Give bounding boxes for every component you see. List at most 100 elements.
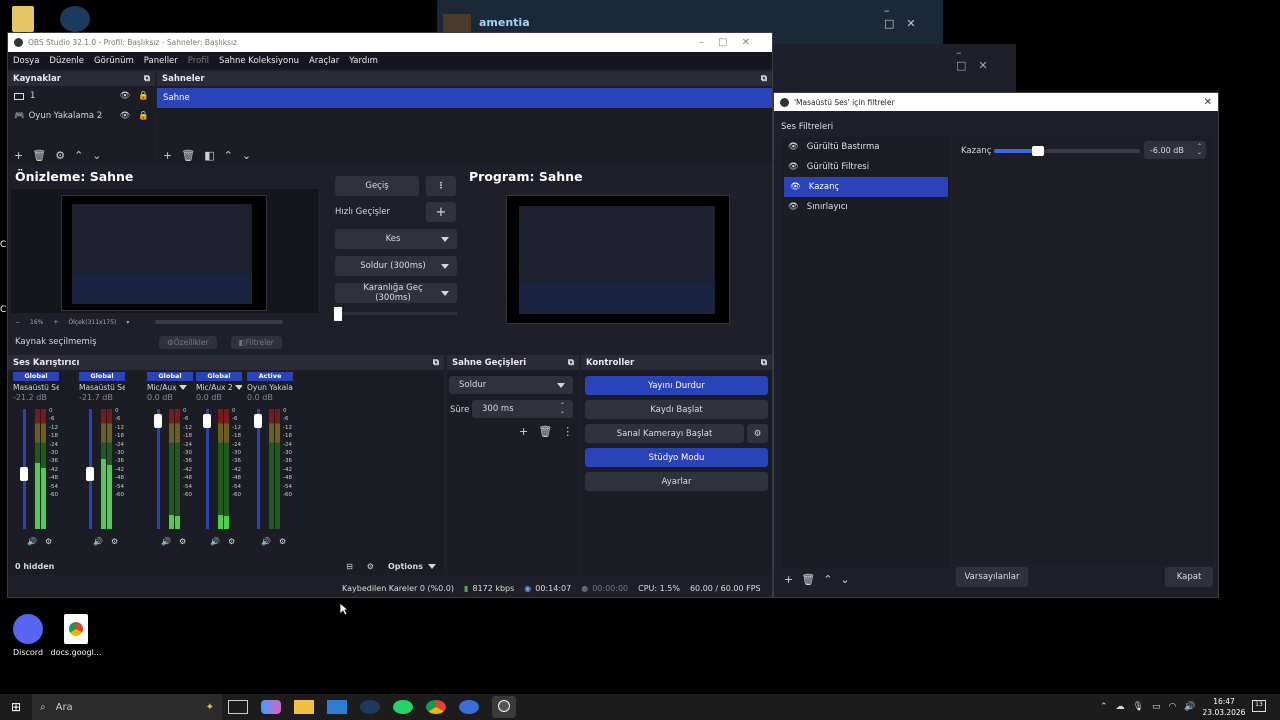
layout-icon[interactable]: ⊟ [346, 562, 353, 571]
close-button[interactable]: Kapat [1165, 567, 1213, 587]
obs-taskbar-icon[interactable] [492, 696, 516, 718]
quick-transition-fade[interactable]: Soldur (300ms) [335, 256, 457, 276]
volume-fader-handle[interactable] [86, 467, 94, 482]
obs-titlebar[interactable]: OBS Studio 32.1.0 - Profil: Başlıksız - … [8, 33, 772, 52]
virtual-camera-button[interactable]: Sanal Kamerayı Başlat [585, 424, 744, 443]
lock-icon[interactable]: 🔒 [138, 111, 149, 121]
mixer-channel-name[interactable]: Oyun Yakalama 2 [247, 381, 293, 393]
start-recording-button[interactable]: Kaydı Başlat [585, 400, 768, 419]
steam-taskbar-icon[interactable] [360, 700, 380, 714]
mixer-channel-name[interactable]: Mic/Aux 2 [196, 381, 242, 393]
zoom-in-icon[interactable]: + [53, 319, 58, 326]
settings-button[interactable]: Ayarlar [585, 472, 768, 491]
chevron-up-icon[interactable]: ⌃ [1100, 702, 1108, 712]
remove-scene-icon[interactable]: 🗑 [181, 149, 195, 162]
filters-dialog[interactable]: 'Masaüstü Ses' için filtreler ✕ Ses Filt… [773, 92, 1219, 598]
move-down-icon[interactable]: ⌄ [242, 149, 251, 162]
move-up-icon[interactable]: ⌃ [74, 149, 83, 162]
channel-settings-icon[interactable]: ⚙ [228, 537, 235, 546]
docs-desktop-icon[interactable]: docs.googl... [48, 614, 104, 657]
source-item[interactable]: 1 👁 🔒 [8, 86, 155, 106]
move-down-icon[interactable]: ⌄ [92, 149, 101, 162]
channel-settings-icon[interactable]: ⚙ [179, 537, 186, 546]
filter-item[interactable]: 👁 Sınırlayıcı [782, 197, 950, 217]
wifi-icon[interactable]: ◠ [1169, 702, 1177, 712]
volume-icon[interactable]: 🔊 [261, 537, 271, 546]
quick-transition-cut[interactable]: Kes [335, 229, 457, 249]
dock-float-icon[interactable]: ⧉ [433, 358, 439, 368]
network-icon[interactable]: ▭ [1152, 702, 1161, 712]
spin-arrows-icon[interactable]: ⌃ ⌄ [560, 403, 565, 415]
mixer-channel-name[interactable]: Mic/Aux [147, 381, 193, 393]
menu-araclar[interactable]: Araçlar [309, 56, 339, 66]
volume-fader-handle[interactable] [20, 467, 28, 482]
volume-icon[interactable]: 🔊 [27, 537, 37, 546]
chrome-icon[interactable] [426, 700, 446, 714]
obs-window-controls[interactable]: –□✕ [699, 37, 764, 48]
stop-stream-button[interactable]: Yayını Durdur [585, 376, 768, 395]
tbar-handle[interactable] [334, 307, 342, 321]
remove-transition-icon[interactable]: 🗑 [538, 425, 552, 438]
menu-yardim[interactable]: Yardım [349, 56, 378, 66]
advanced-audio-icon[interactable]: ⚙ [367, 562, 374, 571]
scale-dropdown-icon[interactable]: ▾ [126, 319, 129, 326]
whatsapp-icon[interactable] [393, 700, 413, 714]
add-filter-icon[interactable]: + [784, 573, 793, 586]
gear-icon[interactable]: ⚙ [55, 149, 65, 162]
menu-paneller[interactable]: Paneller [144, 56, 178, 66]
eye-icon[interactable]: 👁 [120, 91, 131, 101]
duration-spinbox[interactable]: 300 ms ⌃ ⌄ [472, 400, 573, 418]
channel-settings-icon[interactable]: ⚙ [45, 537, 52, 546]
move-up-icon[interactable]: ⌃ [823, 573, 832, 586]
dock-float-icon[interactable]: ⧉ [761, 358, 767, 368]
volume-icon[interactable]: 🔊 [1184, 702, 1195, 712]
mic-icon[interactable]: 🎙 [1133, 702, 1144, 712]
dock-float-icon[interactable]: ⧉ [761, 74, 767, 84]
tbar-slider[interactable] [335, 312, 457, 315]
filters-titlebar[interactable]: 'Masaüstü Ses' için filtreler ✕ [774, 93, 1218, 111]
filter-item-selected[interactable]: 👁 Kazanç [784, 177, 948, 197]
cloud-icon[interactable]: ☁ [1116, 702, 1125, 712]
gain-slider-handle[interactable] [1031, 146, 1044, 156]
background-window[interactable]: –□✕ [773, 44, 1016, 92]
move-down-icon[interactable]: ⌄ [840, 573, 849, 586]
filters-button[interactable]: ◧ Filtreler [230, 335, 282, 349]
mixer-channel-name[interactable]: Masaüstü Ses [13, 381, 59, 393]
volume-icon[interactable]: 🔊 [161, 537, 171, 546]
transition-button[interactable]: Geçiş [335, 176, 419, 196]
defaults-button[interactable]: Varsayılanlar [956, 567, 1028, 587]
scene-item[interactable]: Sahne [157, 88, 772, 108]
obs-main-window[interactable]: OBS Studio 32.1.0 - Profil: Başlıksız - … [7, 32, 773, 598]
eye-icon[interactable]: 👁 [788, 142, 799, 152]
menu-sahne-koleksiyonu[interactable]: Sahne Koleksiyonu [219, 56, 299, 66]
studio-mode-button[interactable]: Stüdyo Modu [585, 448, 768, 467]
volume-icon[interactable]: 🔊 [210, 537, 220, 546]
add-scene-icon[interactable]: + [163, 149, 172, 162]
quick-transition-fade-black[interactable]: Karanlığa Geç (300ms) [335, 283, 457, 303]
steam-window-controls[interactable]: –□✕ [884, 4, 943, 30]
menu-gorunum[interactable]: Görünüm [94, 56, 134, 66]
eye-icon[interactable]: 👁 [790, 182, 801, 192]
properties-button[interactable]: ⚙ Özellikler [159, 335, 217, 349]
menu-profil[interactable]: Profil [188, 56, 209, 66]
filter-icon[interactable]: ◧ [204, 149, 214, 162]
gain-spinbox[interactable]: -6.00 dB ⌃ ⌄ [1144, 141, 1206, 159]
windows-start-button[interactable]: ⊞ [0, 694, 32, 720]
file-explorer-icon[interactable] [294, 700, 314, 714]
copilot-icon[interactable] [261, 700, 281, 714]
zoom-out-icon[interactable]: − [15, 319, 20, 326]
channel-settings-icon[interactable]: ⚙ [111, 537, 118, 546]
add-transition-icon[interactable]: + [519, 425, 528, 438]
menu-dosya[interactable]: Dosya [13, 56, 39, 66]
transition-menu-button[interactable]: ⋮ [426, 176, 456, 196]
eye-icon[interactable]: 👁 [788, 202, 799, 212]
gain-slider[interactable] [994, 146, 1140, 156]
add-quick-transition-button[interactable]: + [426, 202, 456, 222]
filter-item[interactable]: 👁 Gürültü Bastırma [782, 137, 950, 157]
source-item[interactable]: 🎮 Oyun Yakalama 2 👁 🔒 [8, 106, 155, 126]
program-canvas[interactable] [506, 195, 730, 324]
channel-settings-icon[interactable]: ⚙ [279, 537, 286, 546]
steam-desktop-icon[interactable] [60, 6, 90, 32]
store-icon[interactable] [327, 700, 347, 714]
add-source-icon[interactable]: + [14, 149, 23, 162]
